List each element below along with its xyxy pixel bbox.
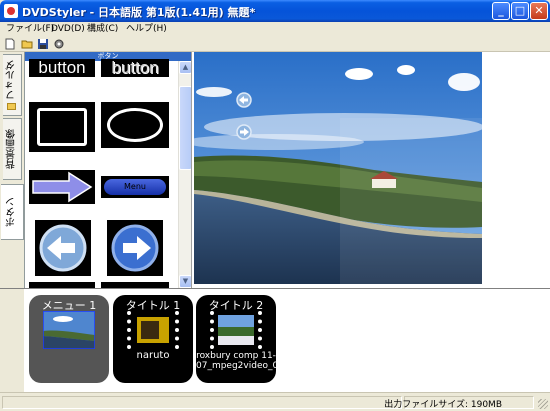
title-card[interactable]: タイトル 2 roxbury comp 11-07_mpeg2video_005 [196,295,290,383]
minimize-button[interactable]: _ [492,2,510,20]
round-back-button[interactable] [35,220,91,276]
menu-preview[interactable] [191,52,550,288]
title-thumbnail [210,311,262,349]
menu-dvd[interactable]: DVD(D) [51,22,85,36]
output-size: 出力ファイルサイズ: 190MB [384,400,502,410]
open-folder-icon[interactable] [21,38,33,50]
toolbar [0,36,550,52]
tab-buttons-label: ボタン [6,197,18,227]
title-card-caption: naruto [136,350,170,361]
arrow-button[interactable] [29,170,95,204]
status-segment [2,396,402,409]
title-thumbnail [127,311,179,349]
background-image[interactable] [194,52,482,284]
status-bar: 出力ファイルサイズ: 190MB [0,392,550,411]
preview-back-button[interactable] [236,92,252,108]
folder-icon [7,103,17,110]
menu-layout[interactable]: 構成(C) [87,22,118,36]
preview-forward-button[interactable] [236,124,252,140]
ellipse-button[interactable] [101,102,169,148]
title-bar: DVDStyler - 日本語版 第1版(1.41用) 無題* _ □ ✕ [0,0,550,22]
settings-icon[interactable] [53,38,65,50]
resize-grip[interactable] [538,399,548,409]
round-forward-button[interactable] [107,220,163,276]
menu-thumbnail [43,311,95,349]
menu-button[interactable]: Menu [101,176,169,198]
menu-bar: ファイル(F) DVD(D) 構成(C) ヘルプ(H) [0,22,550,36]
palette-scrollbar[interactable]: ▲ ▼ [178,61,192,288]
tab-folder[interactable]: フォルダ [3,54,22,116]
button-palette: ボタン button button Menu ▲ ▼ [24,52,192,288]
close-button[interactable]: ✕ [530,2,548,20]
titleset-strip-margin [0,289,24,393]
title-card[interactable]: タイトル 1 naruto [113,295,193,383]
rectangle-button[interactable] [29,102,95,152]
maximize-button[interactable]: □ [511,2,529,20]
titleset-strip: メニュー 1 タイトル 1 naruto タイトル 2 roxbury comp… [0,288,550,393]
menu-card[interactable]: メニュー 1 [29,295,109,383]
tab-folder-label: フォルダ [6,60,18,100]
tab-buttons[interactable]: ボタン [1,184,24,240]
side-tabs: フォルダ 背景画像 ボタン [0,52,24,288]
app-icon [4,4,18,18]
tab-background[interactable]: 背景画像 [3,118,22,180]
new-file-icon[interactable] [4,38,16,50]
title-card-caption: roxbury comp 11-07_mpeg2video_005 [196,351,290,371]
menu-file[interactable]: ファイル(F) [6,22,54,36]
menu-help[interactable]: ヘルプ(H) [126,22,167,36]
menu-button-label: Menu [104,179,166,195]
tab-background-label: 背景画像 [6,129,18,169]
save-icon[interactable] [37,38,49,50]
text-button-outline[interactable]: button [101,59,169,77]
text-button-white[interactable]: button [29,59,95,77]
window-title: DVDStyler - 日本語版 第1版(1.41用) 無題* [22,6,256,19]
